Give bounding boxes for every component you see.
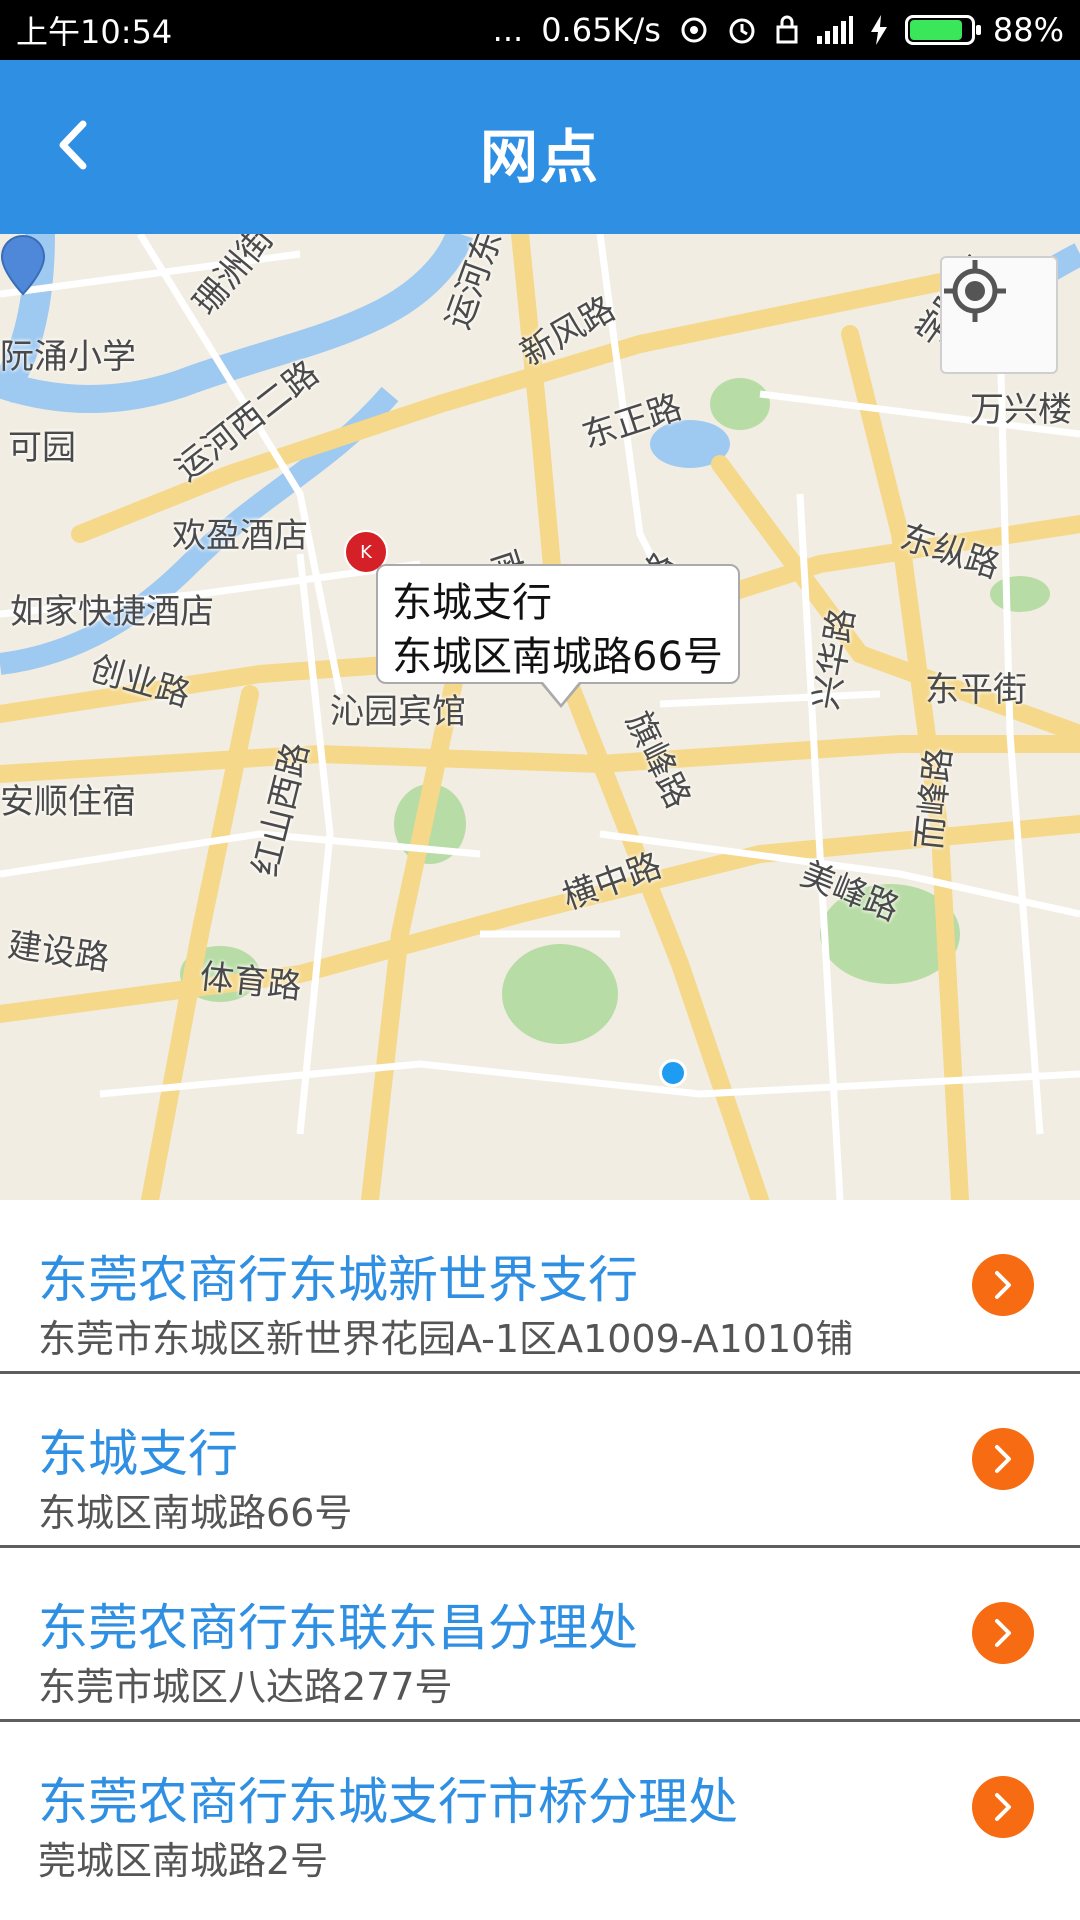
current-location-dot — [659, 1059, 687, 1087]
map-poi-label: 沁园宾馆 — [330, 692, 466, 732]
chevron-right-icon[interactable] — [972, 1428, 1034, 1490]
location-target-icon — [944, 260, 1006, 322]
branch-name: 东城支行 — [38, 1425, 238, 1483]
branch-address: 东莞市城区八达路277号 — [38, 1665, 453, 1709]
chevron-right-icon[interactable] — [972, 1776, 1034, 1838]
branch-address: 东城区南城路66号 — [38, 1491, 353, 1535]
list-item[interactable]: 东莞农商行东联东昌分理处 东莞市城区八达路277号 — [0, 1548, 1080, 1722]
status-bar: 上午10:54 ... 0.65K/s 88% — [0, 0, 1080, 60]
chevron-right-icon[interactable] — [972, 1602, 1034, 1664]
signal-icon — [816, 16, 853, 44]
list-item[interactable]: 东城支行 东城区南城路66号 — [0, 1374, 1080, 1548]
locate-me-button[interactable] — [940, 256, 1058, 374]
more-dots: ... — [492, 11, 524, 49]
status-time: 上午10:54 — [16, 13, 173, 51]
branch-name: 东莞农商行东联东昌分理处 — [38, 1599, 638, 1657]
map-view[interactable]: 珊洲街 运河东 新风路 阮涌小学 可园 运河西二路 东正路 万兴楼 欢盈酒店 东… — [0, 234, 1080, 1200]
map-poi-label: 万兴楼 — [970, 390, 1072, 430]
map-road-label: 体育路 — [197, 956, 304, 1008]
branch-list: 东莞农商行东城新世界支行 东莞市东城区新世界花园A-1区A1009-A1010铺… — [0, 1200, 1080, 1920]
alarm-icon — [727, 15, 757, 45]
network-speed: 0.65K/s — [541, 11, 661, 49]
map-road-label: 东平街 — [925, 670, 1027, 710]
battery-icon — [904, 15, 981, 45]
map-poi-label: 可园 — [8, 428, 76, 468]
list-item[interactable]: 东莞农商行东城支行市桥分理处 莞城区南城路2号 — [0, 1722, 1080, 1896]
branch-name: 东莞农商行东城新世界支行 — [38, 1251, 638, 1309]
branch-address: 莞城区南城路2号 — [38, 1839, 329, 1883]
app-header: 网点 — [0, 60, 1080, 234]
battery-level — [909, 20, 963, 40]
status-icons: ... 0.65K/s 88% — [493, 11, 1064, 49]
map-poi-label: 阮涌小学 — [0, 337, 136, 377]
info-window-address: 东城区南城路66号 — [392, 634, 723, 680]
chevron-right-icon[interactable] — [972, 1254, 1034, 1316]
page-title: 网点 — [479, 123, 600, 191]
branch-address: 东莞市东城区新世界花园A-1区A1009-A1010铺 — [38, 1317, 854, 1361]
map-poi-label: 如家快捷酒店 — [10, 592, 214, 632]
sync-icon — [679, 15, 709, 45]
map-poi-label: 安顺住宿 — [0, 782, 136, 822]
battery-percent: 88% — [992, 11, 1064, 49]
branch-name: 东莞农商行东城支行市桥分理处 — [38, 1773, 738, 1831]
map-marker-icon[interactable] — [0, 234, 46, 296]
list-item[interactable]: 东莞农商行东城新世界支行 东莞市东城区新世界花园A-1区A1009-A1010铺 — [0, 1200, 1080, 1374]
lock-icon — [775, 15, 799, 45]
map-canvas — [0, 234, 1080, 1200]
charging-icon — [870, 15, 887, 45]
map-poi-label: 欢盈酒店 — [172, 516, 308, 556]
map-info-window[interactable]: 东城支行 东城区南城路66号 — [376, 564, 740, 708]
info-window-name: 东城支行 — [392, 580, 552, 626]
